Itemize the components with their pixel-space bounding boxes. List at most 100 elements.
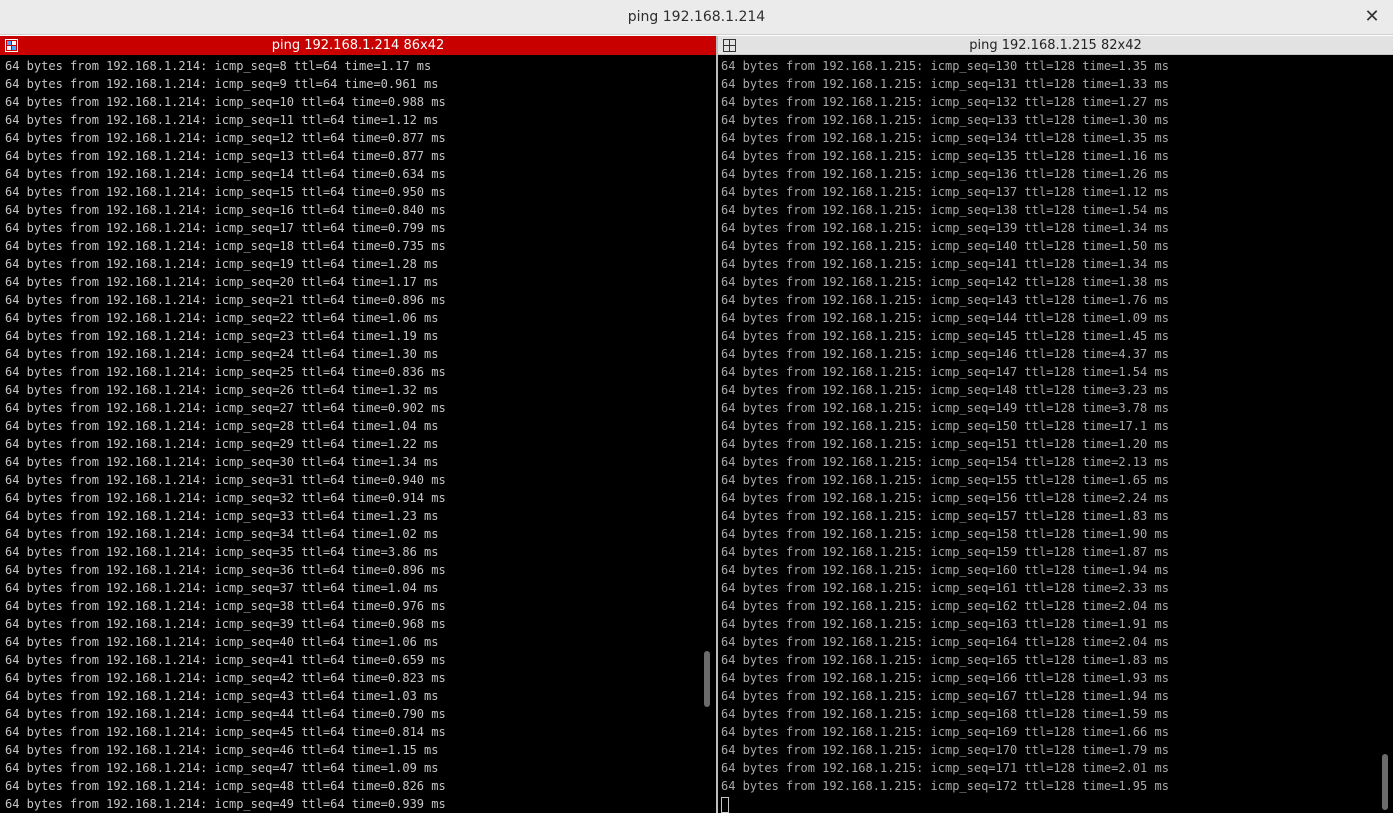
terminal-output-right[interactable]: 64 bytes from 192.168.1.215: icmp_seq=13…: [718, 55, 1393, 813]
terminal-line: 64 bytes from 192.168.1.214: icmp_seq=32…: [5, 491, 446, 505]
terminal-line: 64 bytes from 192.168.1.214: icmp_seq=39…: [5, 617, 446, 631]
scrollbar-right[interactable]: [1380, 55, 1390, 813]
terminal-line: 64 bytes from 192.168.1.214: icmp_seq=21…: [5, 293, 446, 307]
window-title: ping 192.168.1.214: [627, 9, 766, 25]
terminal-line: 64 bytes from 192.168.1.214: icmp_seq=14…: [5, 167, 446, 181]
terminal-line: 64 bytes from 192.168.1.215: icmp_seq=17…: [721, 779, 1169, 793]
scrollbar-thumb-left[interactable]: [704, 651, 710, 707]
terminal-line: 64 bytes from 192.168.1.214: icmp_seq=10…: [5, 95, 446, 109]
terminal-line: 64 bytes from 192.168.1.214: icmp_seq=46…: [5, 743, 439, 757]
terminal-line: 64 bytes from 192.168.1.214: icmp_seq=45…: [5, 725, 446, 739]
terminal-line: 64 bytes from 192.168.1.214: icmp_seq=47…: [5, 761, 439, 775]
pane-header-left[interactable]: ping 192.168.1.214 86x42: [0, 36, 716, 55]
terminal-line: 64 bytes from 192.168.1.215: icmp_seq=14…: [721, 239, 1169, 253]
terminal-output-left[interactable]: 64 bytes from 192.168.1.214: icmp_seq=8 …: [0, 55, 716, 813]
terminal-line: 64 bytes from 192.168.1.214: icmp_seq=38…: [5, 599, 446, 613]
terminal-line: 64 bytes from 192.168.1.214: icmp_seq=25…: [5, 365, 446, 379]
terminal-line: 64 bytes from 192.168.1.214: icmp_seq=30…: [5, 455, 439, 469]
terminal-line: 64 bytes from 192.168.1.215: icmp_seq=13…: [721, 77, 1169, 91]
terminal-line: 64 bytes from 192.168.1.215: icmp_seq=16…: [721, 671, 1169, 685]
terminal-line: 64 bytes from 192.168.1.214: icmp_seq=37…: [5, 581, 439, 595]
terminal-line: 64 bytes from 192.168.1.215: icmp_seq=13…: [721, 131, 1169, 145]
terminal-pane-right[interactable]: ping 192.168.1.215 82x42 64 bytes from 1…: [718, 36, 1393, 813]
terminal-line: 64 bytes from 192.168.1.215: icmp_seq=16…: [721, 599, 1169, 613]
terminal-line: 64 bytes from 192.168.1.214: icmp_seq=15…: [5, 185, 446, 199]
terminal-line: 64 bytes from 192.168.1.214: icmp_seq=43…: [5, 689, 439, 703]
terminal-line: 64 bytes from 192.168.1.215: icmp_seq=15…: [721, 527, 1169, 541]
window-titlebar: ping 192.168.1.214 ✕: [0, 0, 1393, 35]
terminal-line: 64 bytes from 192.168.1.215: icmp_seq=13…: [721, 167, 1169, 181]
terminal-line: 64 bytes from 192.168.1.215: icmp_seq=13…: [721, 221, 1169, 235]
terminal-line: 64 bytes from 192.168.1.215: icmp_seq=15…: [721, 437, 1169, 451]
terminal-line: 64 bytes from 192.168.1.214: icmp_seq=24…: [5, 347, 439, 361]
terminal-line: 64 bytes from 192.168.1.215: icmp_seq=16…: [721, 635, 1169, 649]
terminal-line: 64 bytes from 192.168.1.214: icmp_seq=27…: [5, 401, 446, 415]
terminal-line: 64 bytes from 192.168.1.215: icmp_seq=15…: [721, 473, 1169, 487]
terminal-prompt-line[interactable]: [721, 795, 1393, 813]
pane-header-right[interactable]: ping 192.168.1.215 82x42: [718, 36, 1393, 55]
terminal-line: 64 bytes from 192.168.1.214: icmp_seq=41…: [5, 653, 446, 667]
terminal-line: 64 bytes from 192.168.1.214: icmp_seq=44…: [5, 707, 446, 721]
terminal-line: 64 bytes from 192.168.1.214: icmp_seq=16…: [5, 203, 446, 217]
terminal-line: 64 bytes from 192.168.1.215: icmp_seq=16…: [721, 653, 1169, 667]
scrollbar-left[interactable]: [702, 55, 712, 813]
terminal-line: 64 bytes from 192.168.1.214: icmp_seq=20…: [5, 275, 439, 289]
terminal-line: 64 bytes from 192.168.1.215: icmp_seq=16…: [721, 617, 1169, 631]
terminal-cursor: [721, 796, 729, 813]
terminal-line: 64 bytes from 192.168.1.215: icmp_seq=15…: [721, 455, 1169, 469]
terminal-line: 64 bytes from 192.168.1.214: icmp_seq=11…: [5, 113, 439, 127]
terminal-line: 64 bytes from 192.168.1.215: icmp_seq=14…: [721, 347, 1169, 361]
terminal-line: 64 bytes from 192.168.1.215: icmp_seq=14…: [721, 257, 1169, 271]
terminal-line: 64 bytes from 192.168.1.215: icmp_seq=14…: [721, 329, 1169, 343]
terminal-line: 64 bytes from 192.168.1.215: icmp_seq=14…: [721, 365, 1169, 379]
terminal-line: 64 bytes from 192.168.1.215: icmp_seq=13…: [721, 113, 1169, 127]
terminal-line: 64 bytes from 192.168.1.215: icmp_seq=15…: [721, 419, 1169, 433]
terminal-line: 64 bytes from 192.168.1.214: icmp_seq=23…: [5, 329, 439, 343]
terminal-line: 64 bytes from 192.168.1.215: icmp_seq=16…: [721, 725, 1169, 739]
terminal-line: 64 bytes from 192.168.1.215: icmp_seq=14…: [721, 401, 1169, 415]
terminal-line: 64 bytes from 192.168.1.215: icmp_seq=14…: [721, 293, 1169, 307]
terminal-line: 64 bytes from 192.168.1.214: icmp_seq=19…: [5, 257, 439, 271]
terminal-line: 64 bytes from 192.168.1.215: icmp_seq=17…: [721, 743, 1169, 757]
terminal-line: 64 bytes from 192.168.1.214: icmp_seq=13…: [5, 149, 446, 163]
pane-title-right: ping 192.168.1.215 82x42: [969, 38, 1142, 53]
terminal-line: 64 bytes from 192.168.1.215: icmp_seq=13…: [721, 149, 1169, 163]
terminal-line: 64 bytes from 192.168.1.214: icmp_seq=12…: [5, 131, 446, 145]
terminal-line: 64 bytes from 192.168.1.214: icmp_seq=22…: [5, 311, 439, 325]
terminal-line: 64 bytes from 192.168.1.214: icmp_seq=18…: [5, 239, 446, 253]
terminal-line: 64 bytes from 192.168.1.214: icmp_seq=48…: [5, 779, 446, 793]
terminal-line: 64 bytes from 192.168.1.214: icmp_seq=8 …: [5, 59, 432, 73]
terminal-line: 64 bytes from 192.168.1.214: icmp_seq=9 …: [5, 77, 439, 91]
terminal-line: 64 bytes from 192.168.1.214: icmp_seq=36…: [5, 563, 446, 577]
terminal-line: 64 bytes from 192.168.1.214: icmp_seq=29…: [5, 437, 439, 451]
terminal-line: 64 bytes from 192.168.1.215: icmp_seq=16…: [721, 707, 1169, 721]
terminal-line: 64 bytes from 192.168.1.214: icmp_seq=26…: [5, 383, 439, 397]
terminal-line: 64 bytes from 192.168.1.215: icmp_seq=13…: [721, 59, 1169, 73]
terminal-line: 64 bytes from 192.168.1.214: icmp_seq=33…: [5, 509, 439, 523]
terminal-line: 64 bytes from 192.168.1.214: icmp_seq=34…: [5, 527, 439, 541]
terminal-line: 64 bytes from 192.168.1.215: icmp_seq=14…: [721, 383, 1169, 397]
terminal-line: 64 bytes from 192.168.1.215: icmp_seq=15…: [721, 545, 1169, 559]
terminal-line: 64 bytes from 192.168.1.214: icmp_seq=42…: [5, 671, 446, 685]
terminal-line: 64 bytes from 192.168.1.215: icmp_seq=16…: [721, 563, 1169, 577]
terminal-line: 64 bytes from 192.168.1.214: icmp_seq=40…: [5, 635, 439, 649]
split-pane-icon[interactable]: [723, 39, 736, 52]
terminal-line: 64 bytes from 192.168.1.215: icmp_seq=13…: [721, 203, 1169, 217]
terminal-line: 64 bytes from 192.168.1.214: icmp_seq=49…: [5, 797, 446, 811]
terminal-line: 64 bytes from 192.168.1.215: icmp_seq=13…: [721, 185, 1169, 199]
terminal-line: 64 bytes from 192.168.1.215: icmp_seq=16…: [721, 581, 1169, 595]
terminal-line: 64 bytes from 192.168.1.215: icmp_seq=14…: [721, 275, 1169, 289]
terminal-pane-left[interactable]: ping 192.168.1.214 86x42 64 bytes from 1…: [0, 36, 716, 813]
scrollbar-thumb-right[interactable]: [1382, 754, 1388, 810]
pane-title-left: ping 192.168.1.214 86x42: [271, 38, 445, 53]
terminal-line: 64 bytes from 192.168.1.214: icmp_seq=28…: [5, 419, 439, 433]
terminal-line: 64 bytes from 192.168.1.215: icmp_seq=15…: [721, 509, 1169, 523]
terminal-line: 64 bytes from 192.168.1.214: icmp_seq=17…: [5, 221, 446, 235]
terminal-line: 64 bytes from 192.168.1.214: icmp_seq=35…: [5, 545, 439, 559]
close-icon[interactable]: ✕: [1361, 6, 1383, 28]
split-pane-active-icon[interactable]: [5, 39, 18, 52]
terminal-line: 64 bytes from 192.168.1.215: icmp_seq=15…: [721, 491, 1169, 505]
terminal-line: 64 bytes from 192.168.1.215: icmp_seq=13…: [721, 95, 1169, 109]
terminal-line: 64 bytes from 192.168.1.214: icmp_seq=31…: [5, 473, 446, 487]
terminal-line: 64 bytes from 192.168.1.215: icmp_seq=14…: [721, 311, 1169, 325]
